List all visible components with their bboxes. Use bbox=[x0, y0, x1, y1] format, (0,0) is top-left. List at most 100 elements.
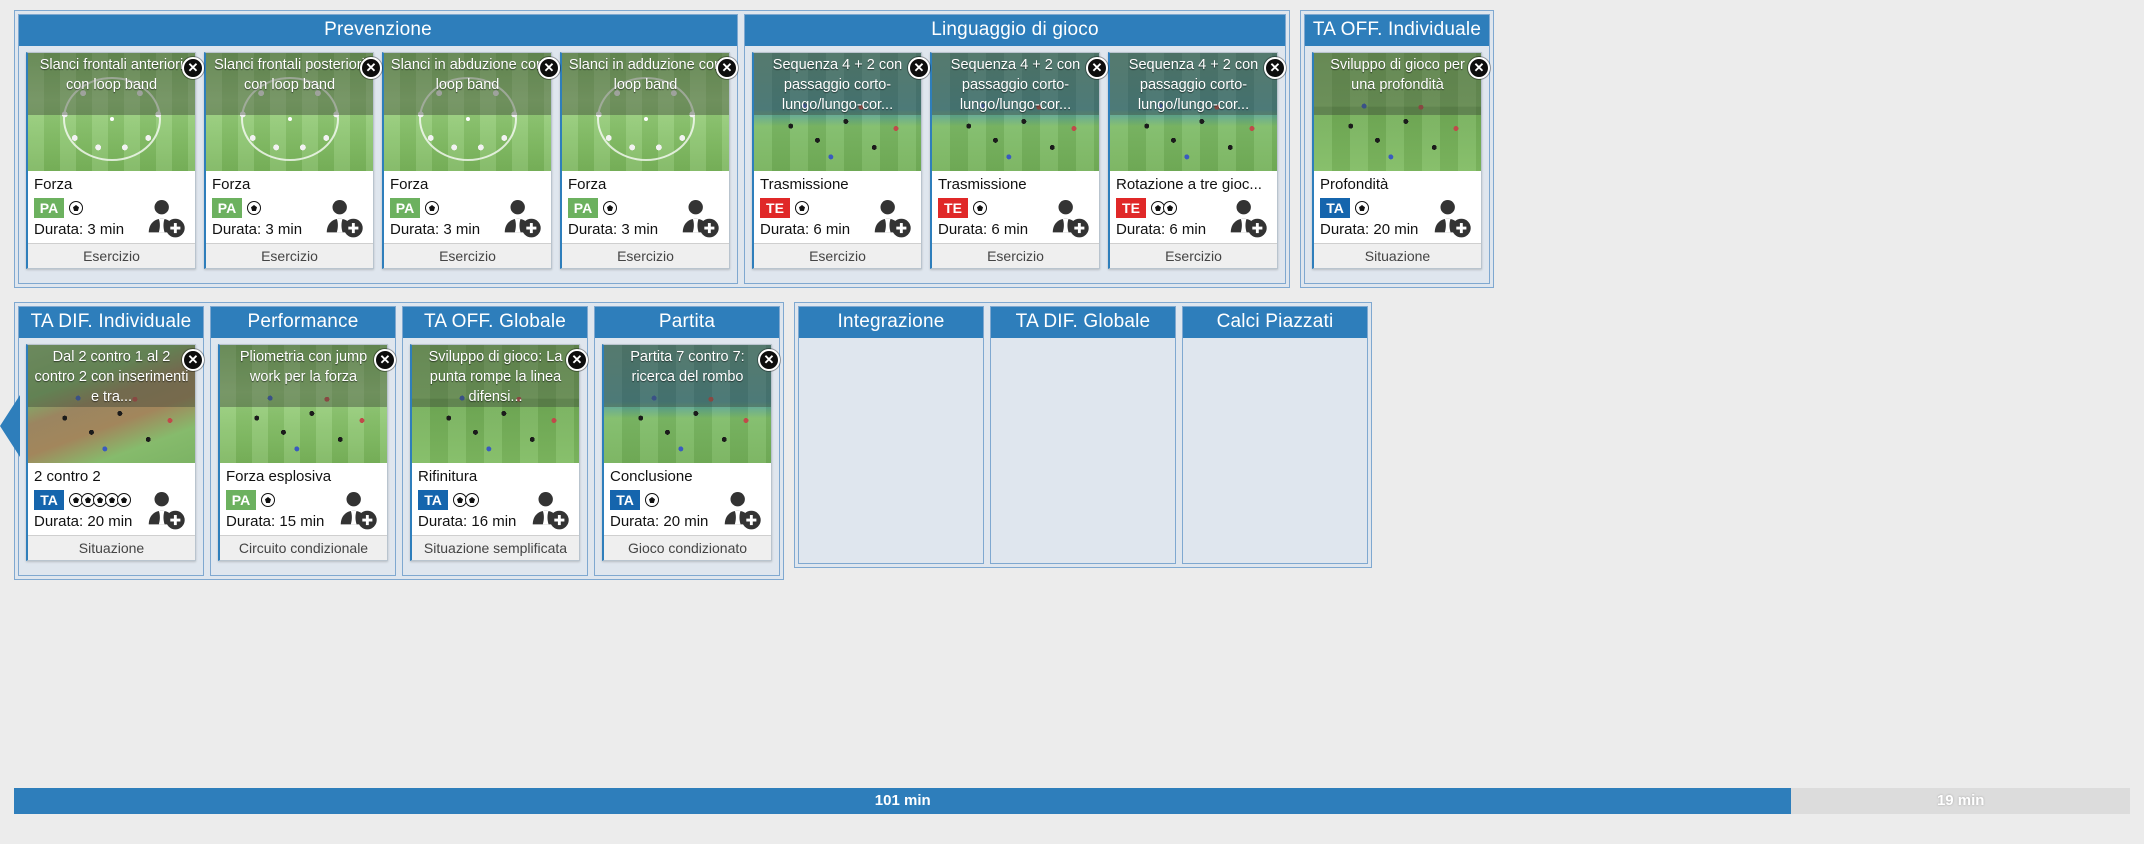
exercise-type: Esercizio bbox=[1110, 243, 1277, 268]
exercise-type: Esercizio bbox=[28, 243, 195, 268]
section-cards[interactable]: ✕ Sviluppo di gioco: La punta rompe la li… bbox=[403, 338, 588, 575]
exercise-card[interactable]: ✕ Pliometria con jump work per la forza Fo… bbox=[218, 344, 396, 561]
exercise-details: Trasmissione TE Durata: 6 min bbox=[754, 171, 921, 243]
ball-icon bbox=[1163, 201, 1177, 215]
section-title[interactable]: TA DIF. Globale bbox=[991, 307, 1175, 338]
exercise-title: Dal 2 contro 1 al 2 contro 2 con inserim… bbox=[34, 349, 189, 405]
exercise-card[interactable]: ✕ Dal 2 contro 1 al 2 contro 2 con inseri… bbox=[26, 344, 204, 561]
section-cards[interactable]: ✕ Pliometria con jump work per la forza Fo… bbox=[211, 338, 396, 575]
section-title[interactable]: TA OFF. Globale bbox=[403, 307, 587, 338]
exercise-title: Slanci in adduzione con loop band bbox=[568, 57, 723, 93]
exercise-objective: Profondità bbox=[1320, 176, 1389, 193]
section-group: Integrazione TA DIF. Globale Calci Piazzat… bbox=[794, 302, 1372, 568]
add-player-icon[interactable] bbox=[1225, 195, 1271, 241]
section-title[interactable]: Linguaggio di gioco bbox=[745, 15, 1285, 46]
ball-icon bbox=[425, 201, 439, 215]
close-icon[interactable]: ✕ bbox=[1264, 57, 1286, 79]
exercise-details: 2 contro 2 TA Durata: 20 min bbox=[28, 463, 195, 535]
intensity-balls bbox=[260, 493, 275, 507]
intensity-balls bbox=[972, 201, 987, 215]
exercise-title: Sequenza 4 + 2 con passaggio corto-lungo… bbox=[1128, 57, 1259, 113]
exercise-thumbnail: Slanci frontali posteriori con loop band bbox=[206, 53, 373, 171]
exercise-card[interactable]: ✕ Sviluppo di gioco per una profondità Pro… bbox=[1312, 52, 1490, 269]
section-cards[interactable] bbox=[799, 338, 983, 563]
section-cards[interactable]: ✕ Slanci frontali anteriori con loop band… bbox=[19, 46, 738, 283]
section-title[interactable]: Partita bbox=[595, 307, 779, 338]
close-icon[interactable]: ✕ bbox=[360, 57, 382, 79]
close-icon[interactable]: ✕ bbox=[538, 57, 560, 79]
section-cards[interactable]: ✕ Sviluppo di gioco per una profondità Pro… bbox=[1305, 46, 1490, 283]
add-player-icon[interactable] bbox=[1047, 195, 1093, 241]
sections-row-bottom: TA DIF. Individuale ✕ Dal 2 contro 1 al 2 … bbox=[0, 288, 2144, 580]
exercise-card[interactable]: ✕ Sequenza 4 + 2 con passaggio corto-lung… bbox=[930, 52, 1108, 269]
add-player-icon[interactable] bbox=[143, 487, 189, 533]
add-player-icon[interactable] bbox=[335, 487, 381, 533]
exercise-type: Gioco condizionato bbox=[604, 535, 771, 560]
section-cards[interactable]: ✕ Dal 2 contro 1 al 2 contro 2 con inseri… bbox=[19, 338, 204, 575]
sections-row-top: Prevenzione ✕ Slanci frontali anteriori co… bbox=[0, 0, 2144, 288]
exercise-objective: Rotazione a tre gioc... bbox=[1116, 176, 1262, 193]
exercise-details: Forza PA Durata: 3 min bbox=[384, 171, 551, 243]
exercise-card[interactable]: ✕ Sequenza 4 + 2 con passaggio corto-lung… bbox=[1108, 52, 1286, 269]
add-player-icon[interactable] bbox=[499, 195, 545, 241]
exercise-thumbnail: Sviluppo di gioco per una profondità bbox=[1314, 53, 1481, 171]
exercise-title: Sequenza 4 + 2 con passaggio corto-lungo… bbox=[950, 57, 1081, 113]
close-icon[interactable]: ✕ bbox=[182, 57, 204, 79]
section-title[interactable]: Prevenzione bbox=[19, 15, 737, 46]
add-player-icon[interactable] bbox=[143, 195, 189, 241]
close-icon[interactable]: ✕ bbox=[758, 349, 780, 371]
exercise-type: Situazione bbox=[28, 535, 195, 560]
add-player-icon[interactable] bbox=[527, 487, 573, 533]
section-cards[interactable] bbox=[991, 338, 1175, 563]
exercise-objective: Forza bbox=[34, 176, 73, 193]
exercise-type: Esercizio bbox=[562, 243, 729, 268]
exercise-objective: Trasmissione bbox=[938, 176, 1027, 193]
exercise-card[interactable]: ✕ Sequenza 4 + 2 con passaggio corto-lung… bbox=[752, 52, 930, 269]
section-linguaggio-di-gioco: Linguaggio di gioco ✕ Sequenza 4 + 2 con p… bbox=[744, 14, 1286, 284]
exercise-details: Conclusione TA Durata: 20 min bbox=[604, 463, 771, 535]
close-icon[interactable]: ✕ bbox=[716, 57, 738, 79]
exercise-type: Situazione semplificata bbox=[412, 535, 579, 560]
section-title[interactable]: Performance bbox=[211, 307, 395, 338]
category-tag: PA bbox=[568, 198, 598, 218]
exercise-card[interactable]: ✕ Slanci in adduzione con loop band Forza P… bbox=[560, 52, 738, 269]
add-player-icon[interactable] bbox=[1429, 195, 1475, 241]
add-player-icon[interactable] bbox=[321, 195, 367, 241]
section-cards[interactable] bbox=[1183, 338, 1367, 563]
exercise-type: Esercizio bbox=[206, 243, 373, 268]
add-player-icon[interactable] bbox=[677, 195, 723, 241]
section-title[interactable]: Calci Piazzati bbox=[1183, 307, 1367, 338]
exercise-thumbnail: Dal 2 contro 1 al 2 contro 2 con inserim… bbox=[28, 345, 195, 463]
exercise-card[interactable]: ✕ Partita 7 contro 7: ricerca del rombo Co… bbox=[602, 344, 780, 561]
category-tag: TA bbox=[610, 490, 640, 510]
add-player-icon[interactable] bbox=[719, 487, 765, 533]
section-title[interactable]: TA OFF. Individuale bbox=[1305, 15, 1489, 46]
exercise-card[interactable]: ✕ Sviluppo di gioco: La punta rompe la li… bbox=[410, 344, 588, 561]
intensity-balls bbox=[644, 493, 659, 507]
exercise-thumbnail: Sviluppo di gioco: La punta rompe la lin… bbox=[412, 345, 579, 463]
close-icon[interactable]: ✕ bbox=[1086, 57, 1108, 79]
exercise-card[interactable]: ✕ Slanci frontali posteriori con loop ban… bbox=[204, 52, 382, 269]
section-cards[interactable]: ✕ Sequenza 4 + 2 con passaggio corto-lung… bbox=[745, 46, 1286, 283]
add-player-icon[interactable] bbox=[869, 195, 915, 241]
exercise-card[interactable]: ✕ Slanci in abduzione con loop band Forza P… bbox=[382, 52, 560, 269]
close-icon[interactable]: ✕ bbox=[374, 349, 396, 371]
section-title[interactable]: Integrazione bbox=[799, 307, 983, 338]
close-icon[interactable]: ✕ bbox=[1468, 57, 1490, 79]
section-title[interactable]: TA DIF. Individuale bbox=[19, 307, 203, 338]
close-icon[interactable]: ✕ bbox=[182, 349, 204, 371]
exercise-details: Rotazione a tre gioc... TE Durata: 6 min bbox=[1110, 171, 1277, 243]
close-icon[interactable]: ✕ bbox=[566, 349, 588, 371]
exercise-title: Partita 7 contro 7: ricerca del rombo bbox=[630, 349, 745, 385]
exercise-details: Trasmissione TE Durata: 6 min bbox=[932, 171, 1099, 243]
close-icon[interactable]: ✕ bbox=[908, 57, 930, 79]
exercise-card[interactable]: ✕ Slanci frontali anteriori con loop band… bbox=[26, 52, 204, 269]
section-cards[interactable]: ✕ Partita 7 contro 7: ricerca del rombo Co… bbox=[595, 338, 780, 575]
training-session-planner: Prevenzione ✕ Slanci frontali anteriori co… bbox=[0, 0, 2144, 844]
exercise-type: Situazione bbox=[1314, 243, 1481, 268]
section-prevenzione: Prevenzione ✕ Slanci frontali anteriori co… bbox=[18, 14, 738, 284]
section-performance: Performance ✕ Pliometria con jump work per… bbox=[210, 306, 396, 576]
section-ta-off-individuale: TA OFF. Individuale ✕ Sviluppo di gioco pe… bbox=[1304, 14, 1490, 284]
exercise-details: Forza PA Durata: 3 min bbox=[28, 171, 195, 243]
intensity-balls bbox=[452, 493, 479, 507]
